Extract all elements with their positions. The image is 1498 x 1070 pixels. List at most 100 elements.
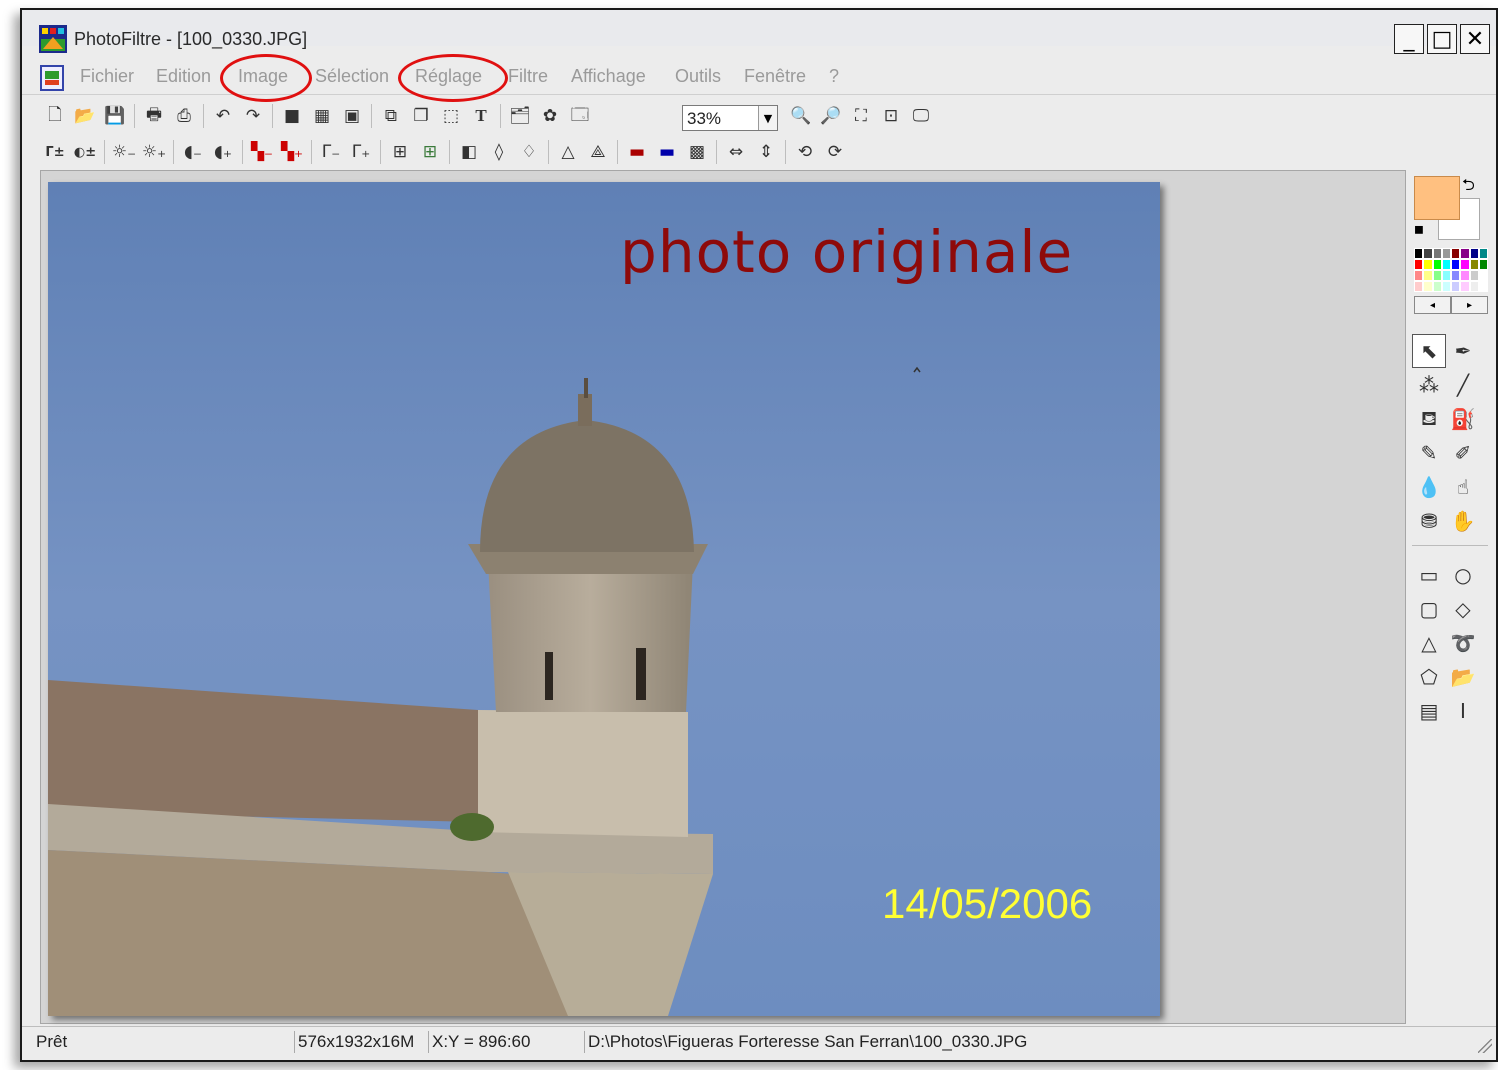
triangle-icon[interactable]: △ — [553, 138, 583, 166]
line-tool-icon[interactable]: ╱ — [1446, 368, 1480, 402]
zoom-out-icon[interactable]: 🔎 — [816, 102, 846, 130]
status-bar: Prêt 576x1932x16M X:Y = 896:60 D:\Photos… — [22, 1026, 1496, 1057]
plugin-icon[interactable]: ✿ — [535, 102, 565, 130]
hand-tool-icon[interactable]: ✋ — [1446, 504, 1480, 538]
gamma-plus-icon[interactable]: Γ₊ — [346, 138, 376, 166]
menu-affichage[interactable]: Affichage — [571, 66, 646, 87]
menu-fichier[interactable]: Fichier — [80, 66, 134, 87]
minimize-icon: _ — [1403, 26, 1415, 52]
smudge-tool-icon[interactable]: ☝ — [1446, 470, 1480, 504]
blur-tool-icon[interactable]: 💧 — [1412, 470, 1446, 504]
brush-tool-icon[interactable]: ✎ — [1412, 436, 1446, 470]
drop-plus-icon[interactable]: ♢ — [514, 138, 544, 166]
redo-icon[interactable]: ↷ — [238, 102, 268, 130]
close-button[interactable]: ✕ — [1460, 24, 1490, 54]
window-icon[interactable]: 🗔 — [565, 102, 595, 130]
drop-icon[interactable]: ◊ — [484, 138, 514, 166]
palette-scroll-right-button[interactable]: ▸ — [1451, 296, 1488, 314]
document-icon[interactable] — [40, 65, 64, 91]
rectangle-shape-icon[interactable]: ▭ — [1412, 558, 1446, 592]
toolbar-main: 🗋 📂 💾 🖶 ⎙ ↶ ↷ ■ ▦ ▣ ⧉ ❐ ⬚ T 🗂 ✿ 🗔 — [40, 101, 595, 131]
new-file-icon[interactable]: 🗋 — [40, 102, 70, 130]
paint-bucket-tool-icon[interactable]: ⛾ — [1412, 402, 1446, 436]
saturation-plus-icon[interactable]: ▚₊ — [277, 138, 307, 166]
diamond-shape-icon[interactable]: ◇ — [1446, 592, 1480, 626]
lasso-shape-icon[interactable]: ➰ — [1446, 626, 1480, 660]
text-icon[interactable]: T — [466, 102, 496, 130]
palette-scroll: ◂ ▸ — [1414, 296, 1488, 314]
color-palette-grid[interactable] — [1414, 248, 1488, 292]
menu-help[interactable]: ? — [829, 66, 839, 87]
brightness-minus-icon[interactable]: ☼₋ — [109, 138, 139, 166]
zoom-in-icon[interactable]: 🔍 — [786, 102, 816, 130]
rounded-rectangle-shape-icon[interactable]: ▢ — [1412, 592, 1446, 626]
scan-icon[interactable]: ⎙ — [169, 102, 199, 130]
minimize-button[interactable]: _ — [1394, 24, 1424, 54]
swap-colors-icon[interactable]: ⮌ — [1462, 174, 1475, 201]
color-grid-icon[interactable]: ▦ — [307, 102, 337, 130]
image-filter-icon[interactable]: ▣ — [337, 102, 367, 130]
auto-contrast-icon[interactable]: ◐± — [70, 138, 100, 166]
fit-image-icon[interactable]: ⛶ — [846, 102, 876, 130]
triangle-shape-icon[interactable]: △ — [1412, 626, 1446, 660]
status-divider — [584, 1031, 585, 1053]
eyedropper-tool-icon[interactable]: ✒ — [1446, 334, 1480, 368]
horizontal-align-icon[interactable]: ▤ — [1412, 694, 1446, 728]
gamma-minus-icon[interactable]: Γ₋ — [316, 138, 346, 166]
open-shape-icon[interactable]: 📂 — [1446, 660, 1480, 694]
contrast-minus-icon[interactable]: ◖₋ — [178, 138, 208, 166]
pointer-tool-icon[interactable]: ⬉ — [1412, 334, 1446, 368]
frame-red-icon[interactable]: ▬ — [622, 138, 652, 166]
menu-bar: Fichier Edition Image Sélection Réglage … — [22, 54, 1496, 102]
zoom-select[interactable]: 33% ▼ — [682, 105, 778, 131]
foreground-color-swatch[interactable] — [1414, 176, 1460, 220]
resize-grip-icon[interactable] — [1478, 1039, 1492, 1053]
toolbar-zoom-tools: 🔍 🔎 ⛶ ⊡ 🖵 — [786, 101, 936, 131]
rotate-right-icon[interactable]: ⟳ — [820, 138, 850, 166]
saturation-minus-icon[interactable]: ▚₋ — [247, 138, 277, 166]
undo-icon[interactable]: ↶ — [208, 102, 238, 130]
vertical-align-icon[interactable]: Ⅰ — [1446, 694, 1480, 728]
save-icon[interactable]: 💾 — [100, 102, 130, 130]
grid-filter-2-icon[interactable]: ⊞ — [415, 138, 445, 166]
menu-selection[interactable]: Sélection — [315, 66, 389, 87]
chevron-down-icon[interactable]: ▼ — [758, 106, 777, 130]
slideshow-icon[interactable]: 🖵 — [906, 102, 936, 130]
flip-vertical-icon[interactable]: ⇕ — [751, 138, 781, 166]
grid-filter-icon[interactable]: ⊞ — [385, 138, 415, 166]
palette-scroll-left-button[interactable]: ◂ — [1414, 296, 1451, 314]
advanced-brush-tool-icon[interactable]: ✐ — [1446, 436, 1480, 470]
status-image-info: 576x1932x16M — [298, 1032, 415, 1051]
frame-effect-icon[interactable]: ▩ — [682, 138, 712, 166]
rotate-left-icon[interactable]: ⟲ — [790, 138, 820, 166]
menu-fenetre[interactable]: Fenêtre — [744, 66, 806, 87]
flip-horizontal-icon[interactable]: ⇔ — [721, 138, 751, 166]
default-colors-icon[interactable]: ◼ — [1414, 222, 1424, 236]
toolbar-filters: Γ± ◐± ☼₋ ☼₊ ◖₋ ◖₊ ▚₋ ▚₊ Γ₋ Γ₊ ⊞ ⊞ ◧ ◊ ♢ … — [40, 137, 850, 167]
ellipse-shape-icon[interactable]: ○ — [1446, 558, 1480, 592]
menu-outils[interactable]: Outils — [675, 66, 721, 87]
grey-square-icon[interactable]: ■ — [277, 102, 307, 130]
duplicate-image-icon[interactable]: ⧉ — [376, 102, 406, 130]
triangle-plus-icon[interactable]: ⟁ — [583, 138, 613, 166]
app-window: PhotoFiltre - [100_0330.JPG] _ □ ✕ Fichi… — [20, 8, 1498, 1062]
title-bar: PhotoFiltre - [100_0330.JPG] _ □ ✕ — [22, 10, 1496, 54]
copy-image-icon[interactable]: ❐ — [406, 102, 436, 130]
spray-tool-icon[interactable]: ⛽ — [1446, 402, 1480, 436]
maximize-button[interactable]: □ — [1427, 24, 1457, 54]
auto-levels-icon[interactable]: Γ± — [40, 138, 70, 166]
stamp-tool-icon[interactable]: ⛃ — [1412, 504, 1446, 538]
menu-filtre[interactable]: Filtre — [508, 66, 548, 87]
brightness-plus-icon[interactable]: ☼₊ — [139, 138, 169, 166]
explorer-icon[interactable]: 🗂 — [505, 102, 535, 130]
selection-icon[interactable]: ⬚ — [436, 102, 466, 130]
magic-wand-tool-icon[interactable]: ⁂ — [1412, 368, 1446, 402]
open-folder-icon[interactable]: 📂 — [70, 102, 100, 130]
contrast-plus-icon[interactable]: ◖₊ — [208, 138, 238, 166]
polygon-shape-icon[interactable]: ⬠ — [1412, 660, 1446, 694]
print-icon[interactable]: 🖶 — [139, 102, 169, 130]
actual-size-icon[interactable]: ⊡ — [876, 102, 906, 130]
border-icon[interactable]: ◧ — [454, 138, 484, 166]
menu-edition[interactable]: Edition — [156, 66, 211, 87]
frame-blue-icon[interactable]: ▬ — [652, 138, 682, 166]
